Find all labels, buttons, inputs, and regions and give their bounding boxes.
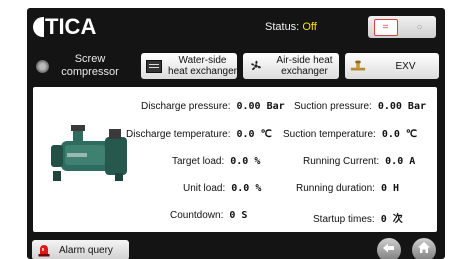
param-value: 0.0 A bbox=[385, 156, 416, 167]
valve-icon bbox=[350, 59, 366, 73]
power-toggle[interactable]: = ○ bbox=[368, 16, 436, 38]
home-icon bbox=[417, 241, 431, 259]
back-button[interactable] bbox=[377, 238, 401, 259]
param-value: 0 H bbox=[380, 183, 400, 194]
param-label: Target load: bbox=[172, 156, 225, 167]
status-value: Off bbox=[302, 21, 317, 33]
param-discharge-temperature: Discharge temperature: 0.0 ℃ bbox=[126, 129, 272, 140]
siren-icon bbox=[37, 243, 51, 257]
status-indicator: Status: Off bbox=[265, 21, 317, 33]
screw-compressor-image bbox=[43, 115, 141, 195]
tab-water-label: Water-side heat exchanger bbox=[168, 55, 237, 77]
tab-exv[interactable]: EXV bbox=[345, 53, 439, 79]
status-label: Status: bbox=[265, 21, 300, 33]
tab-air-label: Air-side heat exchanger bbox=[276, 55, 333, 77]
param-label: Countdown: bbox=[170, 210, 224, 221]
param-target-load: Target load: 0.0 % bbox=[172, 156, 260, 167]
tica-logo: TICA bbox=[33, 14, 96, 40]
param-suction-temperature: Suction temperature: 0.0 ℃ bbox=[283, 129, 417, 140]
alarm-query-label: Alarm query bbox=[59, 244, 113, 256]
screw-compressor-icon bbox=[36, 59, 49, 73]
param-running-duration: Running duration: 0 H bbox=[296, 183, 399, 194]
logo-text: TICA bbox=[45, 14, 97, 39]
tab-water-side-heat-exchanger[interactable]: Water-side heat exchanger bbox=[141, 53, 237, 79]
tab-exv-label: EXV bbox=[395, 60, 416, 72]
device-frame: TICA Status: Off = ○ Screw compressor Wa… bbox=[0, 0, 465, 259]
toggle-off-icon[interactable]: ○ bbox=[409, 20, 431, 35]
water-heat-exchanger-icon bbox=[146, 59, 162, 73]
logo-mark-icon bbox=[33, 17, 44, 37]
home-button[interactable] bbox=[412, 238, 436, 259]
param-startup-times: Startup times: 0 次 bbox=[313, 210, 403, 225]
toggle-on-icon[interactable]: = bbox=[373, 18, 398, 36]
hmi-screen: TICA Status: Off = ○ Screw compressor Wa… bbox=[27, 8, 445, 259]
param-suction-pressure: Suction pressure: 0.00 Bar bbox=[294, 101, 426, 112]
tab-screw-label: Screw compressor bbox=[61, 53, 119, 78]
param-discharge-pressure: Discharge pressure: 0.00 Bar bbox=[141, 101, 285, 112]
param-label: Discharge temperature: bbox=[126, 129, 231, 140]
param-running-current: Running Current: 0.0 A bbox=[303, 156, 415, 167]
alarm-query-button[interactable]: Alarm query bbox=[32, 240, 129, 259]
compressor-parameters-panel: Discharge pressure: 0.00 Bar Suction pres… bbox=[33, 87, 437, 232]
tab-air-side-heat-exchanger[interactable]: Air-side heat exchanger bbox=[243, 53, 339, 79]
param-label: Running duration: bbox=[296, 183, 375, 194]
param-label: Startup times: bbox=[313, 214, 375, 225]
param-value: 0.00 Bar bbox=[236, 101, 285, 112]
param-label: Discharge pressure: bbox=[141, 101, 231, 112]
back-arrow-icon bbox=[382, 241, 396, 259]
param-value: 0.0 % bbox=[230, 156, 261, 167]
param-label: Suction temperature: bbox=[283, 129, 376, 140]
fan-icon bbox=[248, 59, 264, 73]
param-value: 0.0 % bbox=[231, 183, 262, 194]
param-label: Suction pressure: bbox=[294, 101, 372, 112]
tab-screw-compressor[interactable]: Screw compressor bbox=[31, 51, 135, 81]
param-unit-load: Unit load: 0.0 % bbox=[183, 183, 261, 194]
param-value: 0 次 bbox=[380, 214, 403, 225]
param-value: 0.0 ℃ bbox=[381, 129, 418, 140]
param-label: Unit load: bbox=[183, 183, 226, 194]
param-countdown: Countdown: 0 S bbox=[170, 210, 247, 221]
param-label: Running Current: bbox=[303, 156, 380, 167]
param-value: 0.00 Bar bbox=[377, 101, 426, 112]
param-value: 0.0 ℃ bbox=[236, 129, 272, 140]
param-value: 0 S bbox=[229, 210, 248, 221]
